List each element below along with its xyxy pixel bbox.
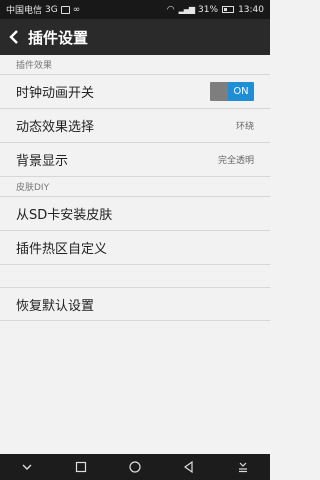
clock-animation-row[interactable]: 时钟动画开关 ON <box>0 75 270 109</box>
row-label: 背景显示 <box>16 154 69 169</box>
row-value: 环绕 <box>235 122 254 132</box>
row-label: 从SD卡安装皮肤 <box>16 208 113 223</box>
install-skin-sd-row[interactable]: 从SD卡安装皮肤 <box>0 197 270 231</box>
battery-icon <box>222 6 235 13</box>
wechat-notification-icon: ∞ <box>72 4 81 15</box>
back-button[interactable] <box>0 19 28 55</box>
page-title: 插件设置 <box>28 28 89 47</box>
clock: 13:40 <box>238 4 264 15</box>
hotzone-custom-row[interactable]: 插件热区自定义 <box>0 231 270 265</box>
dismiss-button[interactable] <box>12 454 42 480</box>
carrier-label: 中国电信 <box>6 6 43 16</box>
dismiss-chevron-icon <box>22 464 32 470</box>
row-label: 动态效果选择 <box>16 120 95 135</box>
background-display-row[interactable]: 背景显示 完全透明 <box>0 143 270 177</box>
home-icon <box>129 461 141 473</box>
row-value: 完全透明 <box>217 156 254 166</box>
battery-percent: 31% <box>198 4 219 15</box>
wifi-icon: ◠ <box>166 4 175 15</box>
toggle-on-label: ON <box>228 82 254 101</box>
status-bar: 中国电信 3G ∞ ◠ ▂▄▆ 31% 13:40 <box>0 0 270 19</box>
recent-apps-button[interactable] <box>66 454 96 480</box>
status-left: 中国电信 3G ∞ <box>6 3 167 17</box>
notification-pull-icon <box>239 462 247 473</box>
back-icon <box>183 460 193 474</box>
back-nav-button[interactable] <box>174 454 204 480</box>
home-button[interactable] <box>120 454 150 480</box>
row-label: 恢复默认设置 <box>16 298 95 314</box>
notification-pull-button[interactable] <box>228 454 258 480</box>
restore-default-row[interactable]: 恢复默认设置 <box>0 287 270 321</box>
toggle-off-part <box>210 82 228 101</box>
image-notification-icon <box>60 5 70 14</box>
recent-apps-icon <box>75 461 87 473</box>
section-header-effects: 插件效果 <box>0 55 270 75</box>
row-label: 插件热区自定义 <box>16 242 108 257</box>
row-label: 时钟动画开关 <box>16 86 95 101</box>
dynamic-effect-row[interactable]: 动态效果选择 环绕 <box>0 109 270 143</box>
app-bar: 插件设置 <box>0 19 270 55</box>
chevron-left-icon <box>9 30 18 44</box>
network-type: 3G <box>45 4 58 15</box>
clock-animation-toggle[interactable]: ON <box>210 82 254 101</box>
signal-icon: ▂▄▆ <box>178 5 196 14</box>
settings-list: 插件效果 时钟动画开关 ON 动态效果选择 环绕 背景显示 完全透明 皮肤DIY… <box>0 55 270 321</box>
status-right: ◠ ▂▄▆ 31% 13:40 <box>167 5 264 15</box>
section-header-skin-diy: 皮肤DIY <box>0 177 270 197</box>
navigation-bar <box>0 454 270 480</box>
